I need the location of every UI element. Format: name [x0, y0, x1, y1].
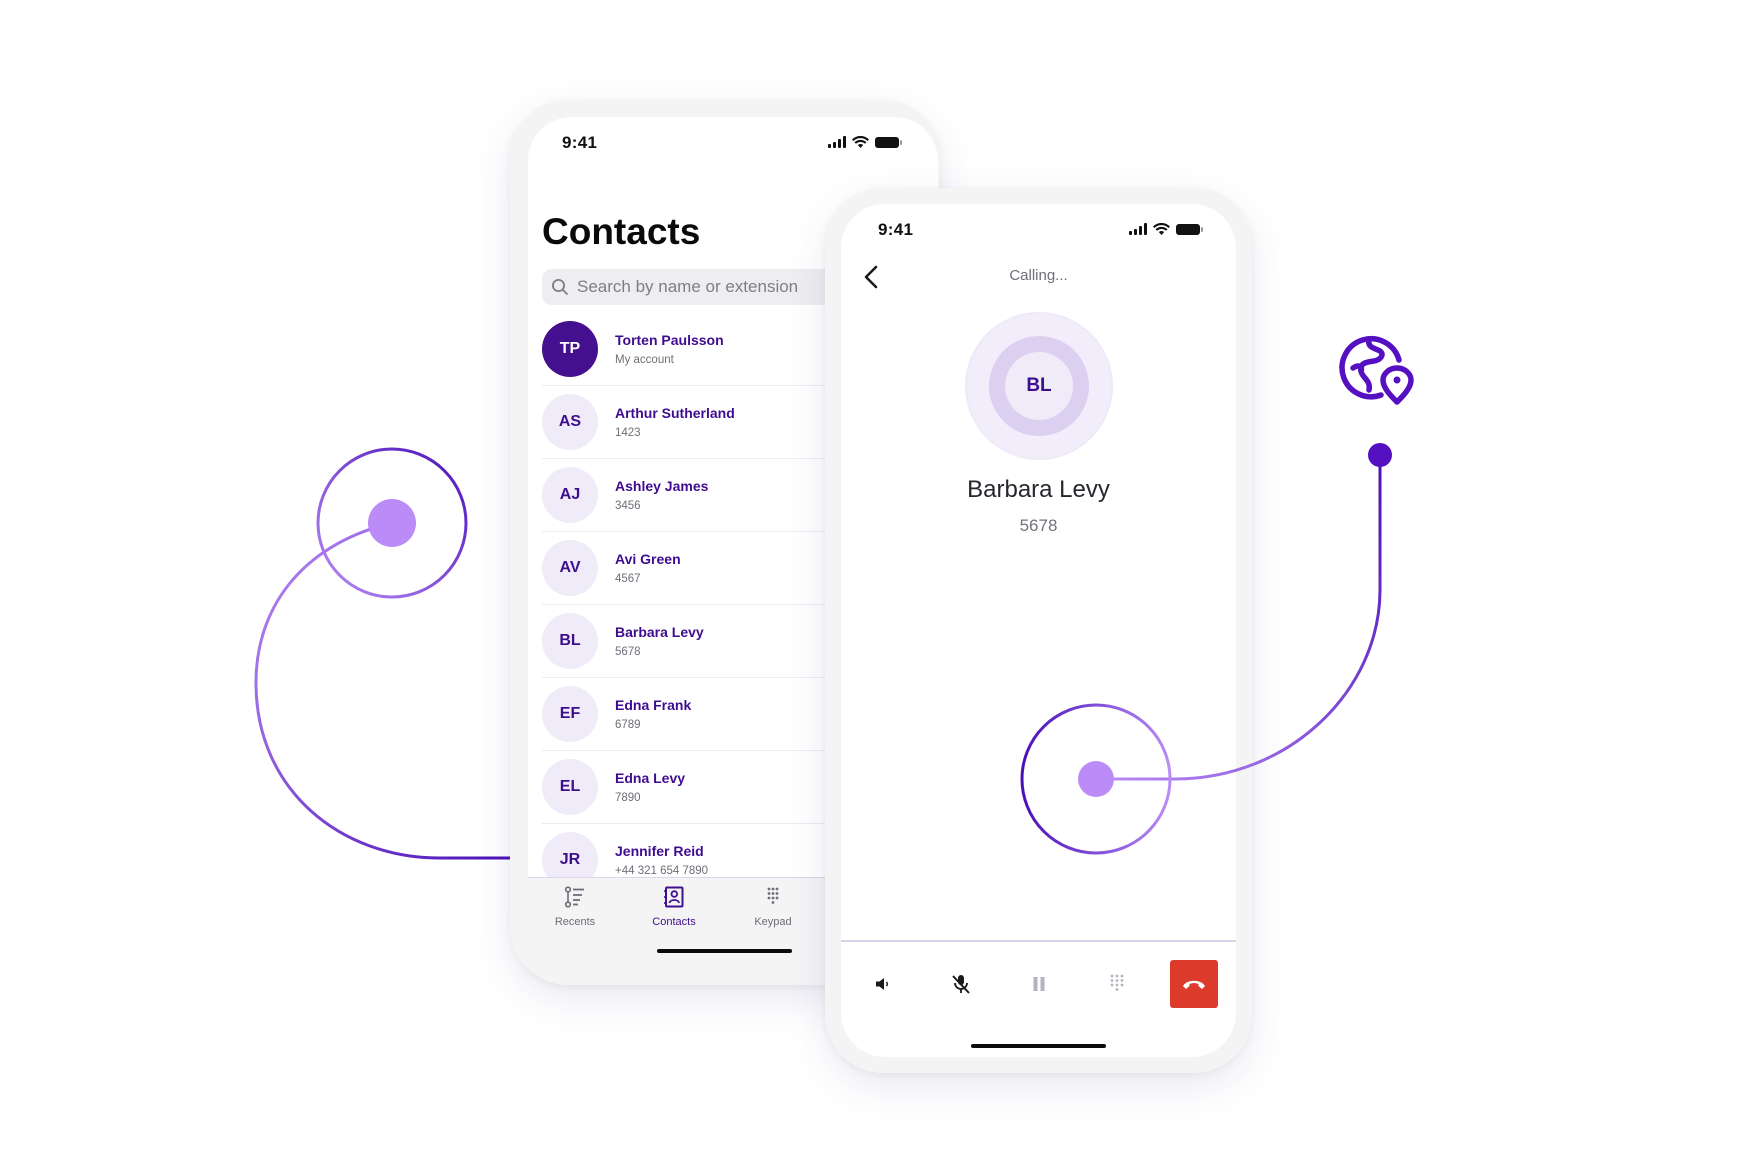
avatar: BL — [542, 613, 598, 669]
status-icons — [1129, 223, 1203, 235]
contact-row[interactable]: AJ Ashley James 3456 — [542, 459, 842, 532]
contact-row[interactable]: BL Barbara Levy 5678 — [542, 605, 842, 678]
hold-button[interactable] — [1015, 960, 1063, 1008]
status-time: 9:41 — [878, 220, 914, 239]
avatar: BL — [1005, 352, 1073, 420]
page-title: Contacts — [542, 211, 701, 252]
phone-hangup-icon — [1183, 980, 1205, 989]
avatar: AJ — [542, 467, 598, 523]
microphone-off-icon — [952, 975, 970, 994]
wifi-icon — [852, 136, 869, 148]
contact-name: Ashley James — [615, 478, 709, 494]
avatar: EF — [542, 686, 598, 742]
contact-name: Jennifer Reid — [615, 843, 704, 859]
status-bar: 9:41 — [841, 204, 1236, 264]
contact-row[interactable]: TP Torten Paulsson My account — [542, 313, 842, 386]
call-phone: 9:41 Calling... BL Barbara Levy 5678 — [825, 188, 1252, 1073]
contact-detail: 5678 — [615, 646, 641, 658]
contact-detail: +44 321 654 7890 — [615, 865, 709, 877]
avatar: AV — [542, 540, 598, 596]
keypad-icon — [767, 887, 779, 904]
speaker-icon — [876, 978, 889, 990]
contact-detail: 6789 — [615, 719, 641, 731]
call-status: Calling... — [1009, 267, 1068, 284]
contact-name: Arthur Sutherland — [615, 405, 735, 421]
signal-icon — [1129, 223, 1147, 235]
tab-label: Recents — [554, 916, 596, 928]
contact-detail: 4567 — [615, 573, 641, 585]
call-screen: 9:41 Calling... BL Barbara Levy 5678 — [841, 204, 1236, 1057]
status-bar: 9:41 — [528, 117, 938, 177]
contact-row[interactable]: AV Avi Green 4567 — [542, 532, 842, 605]
tab-keypad[interactable]: Keypad — [728, 886, 818, 928]
status-time: 9:41 — [562, 133, 598, 152]
home-indicator — [971, 1044, 1106, 1048]
contact-name: Barbara Levy — [615, 624, 704, 640]
avatar: EL — [542, 759, 598, 815]
recents-list-icon — [564, 886, 584, 908]
avatar: AS — [542, 394, 598, 450]
wifi-icon — [1153, 223, 1170, 235]
contact-detail: My account — [615, 354, 674, 366]
contact-name: Avi Green — [615, 551, 681, 567]
search-icon — [552, 279, 568, 295]
signal-icon — [828, 136, 846, 148]
contact-list: TP Torten Paulsson My account AS Arthur S… — [542, 313, 842, 896]
contact-detail: 7890 — [615, 792, 641, 804]
battery-icon — [1176, 223, 1203, 235]
keypad-button[interactable] — [1093, 960, 1141, 1008]
search-field[interactable] — [542, 269, 842, 305]
left-dot — [368, 499, 416, 547]
hang-up-button[interactable] — [1170, 960, 1218, 1008]
contact-row[interactable]: EL Edna Levy 7890 — [542, 751, 842, 824]
home-indicator — [657, 949, 792, 953]
contact-row[interactable]: AS Arthur Sutherland 1423 — [542, 386, 842, 459]
callee-name: Barbara Levy — [967, 476, 1110, 503]
pause-icon — [1033, 977, 1045, 991]
contacts-book-icon — [664, 886, 684, 908]
contact-name: Edna Levy — [615, 770, 686, 786]
left-connector-line — [254, 521, 512, 860]
tab-recents[interactable]: Recents — [530, 886, 620, 928]
callee-avatar-rings: BL — [965, 312, 1113, 460]
avatar-ring: BL — [989, 336, 1089, 436]
divider — [841, 940, 1236, 942]
keypad-icon — [1110, 974, 1124, 991]
tab-label: Keypad — [754, 916, 792, 928]
tab-label: Contacts — [652, 916, 696, 928]
contact-detail: 3456 — [615, 500, 641, 512]
contact-name: Torten Paulsson — [615, 332, 724, 348]
search-input[interactable] — [575, 276, 839, 298]
speaker-button[interactable] — [859, 960, 907, 1008]
avatar: TP — [542, 321, 598, 377]
callee-extension: 5678 — [1019, 516, 1058, 535]
contact-detail: 1423 — [615, 427, 641, 439]
battery-icon — [875, 136, 902, 148]
mute-button[interactable] — [937, 960, 985, 1008]
contact-row[interactable]: EF Edna Frank 6789 — [542, 678, 842, 751]
contact-name: Edna Frank — [615, 697, 692, 713]
status-icons — [828, 136, 902, 148]
call-header: Calling... — [841, 259, 1236, 299]
tab-contacts[interactable]: Contacts — [629, 886, 719, 928]
